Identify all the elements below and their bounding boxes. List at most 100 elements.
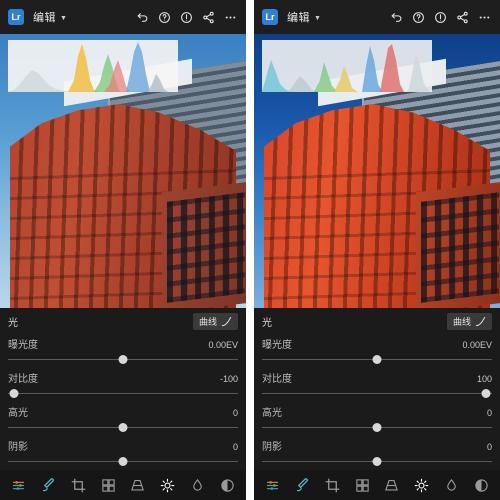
slider-knob[interactable] — [372, 423, 382, 432]
edit-title-before: 编辑 — [33, 12, 56, 24]
slider-exposure[interactable]: 曝光度 0.00EV — [262, 334, 492, 368]
slider-knob[interactable] — [118, 457, 128, 466]
side-building — [162, 182, 246, 308]
histogram-before[interactable] — [8, 40, 178, 92]
chevron-down-icon[interactable]: ▼ — [314, 15, 321, 22]
slider-value: 0 — [486, 408, 492, 418]
tool-light-icon[interactable] — [157, 474, 179, 496]
slider-track[interactable] — [8, 456, 238, 468]
curve-icon — [221, 316, 232, 326]
slider-knob[interactable] — [118, 423, 128, 432]
slider-label: 阴影 — [262, 442, 282, 453]
panel-header: 光 曲线 — [262, 308, 492, 334]
panel-title: 光 — [262, 317, 272, 329]
lightroom-logo-icon[interactable]: Lr — [5, 6, 27, 28]
slider-value: 0 — [486, 442, 492, 452]
slider-value: 0 — [232, 408, 238, 418]
slider-contrast[interactable]: 对比度 100 — [262, 368, 492, 402]
tool-presets-icon[interactable] — [262, 474, 284, 496]
chevron-down-icon[interactable]: ▼ — [60, 15, 67, 22]
slider-label: 对比度 — [262, 374, 292, 385]
screenshot-after: Lr 编辑 ▼ 光 曲线 曝光度 0.00EV 对比度 100 高光 0 阴影 … — [254, 0, 500, 500]
tool-healing-brush-icon[interactable] — [292, 474, 314, 496]
slider-label: 高光 — [262, 408, 282, 419]
tool-effects-icon[interactable] — [470, 474, 492, 496]
tool-light-icon[interactable] — [411, 474, 433, 496]
tool-geometry-icon[interactable] — [381, 474, 403, 496]
tool-geometry-icon[interactable] — [127, 474, 149, 496]
slider-shadows[interactable]: 阴影 0 — [262, 436, 492, 470]
info-icon[interactable] — [429, 6, 451, 28]
info-icon[interactable] — [175, 6, 197, 28]
slider-track[interactable] — [8, 388, 238, 400]
slider-track[interactable] — [8, 354, 238, 366]
curve-icon — [475, 316, 486, 326]
tool-color-icon[interactable] — [440, 474, 462, 496]
panel-header: 光 曲线 — [8, 308, 238, 334]
edit-title-after: 编辑 — [287, 12, 310, 24]
slider-value: 0 — [232, 442, 238, 452]
more-options-icon[interactable] — [473, 6, 495, 28]
slider-value: -100 — [219, 374, 238, 384]
histogram-chart — [262, 44, 430, 92]
lr-badge: Lr — [262, 9, 278, 25]
tool-presets-icon[interactable] — [8, 474, 30, 496]
slider-knob[interactable] — [372, 355, 382, 364]
tone-curve-button[interactable]: 曲线 — [192, 312, 238, 330]
tool-color-icon[interactable] — [186, 474, 208, 496]
top-toolbar-before: Lr 编辑 ▼ — [0, 0, 246, 34]
slider-knob[interactable] — [118, 355, 128, 364]
slider-value: 0.00EV — [462, 340, 492, 350]
slider-knob[interactable] — [9, 389, 19, 398]
slider-track[interactable] — [262, 388, 492, 400]
slider-shadows[interactable]: 阴影 0 — [8, 436, 238, 470]
tone-curve-button[interactable]: 曲线 — [446, 312, 492, 330]
lightroom-logo-icon[interactable]: Lr — [259, 6, 281, 28]
help-icon[interactable] — [153, 6, 175, 28]
slider-track[interactable] — [262, 354, 492, 366]
slider-track[interactable] — [8, 422, 238, 434]
slider-highlights[interactable]: 高光 0 — [8, 402, 238, 436]
bottom-toolbar-after — [254, 470, 500, 500]
more-options-icon[interactable] — [219, 6, 241, 28]
slider-label: 高光 — [8, 408, 28, 419]
slider-track[interactable] — [262, 456, 492, 468]
histogram-after[interactable] — [262, 40, 432, 92]
app-root: Lr 编辑 ▼ 光 曲线 曝光度 0.00EV 对比度 -100 高光 0 阴影… — [0, 0, 500, 500]
slider-value: 0.00EV — [208, 340, 238, 350]
slider-knob[interactable] — [372, 457, 382, 466]
slider-contrast[interactable]: 对比度 -100 — [8, 368, 238, 402]
bottom-toolbar-before — [0, 470, 246, 500]
undo-icon[interactable] — [385, 6, 407, 28]
slider-track[interactable] — [262, 422, 492, 434]
photo-canvas-after[interactable] — [254, 34, 500, 308]
curve-label: 曲线 — [198, 316, 217, 327]
slider-highlights[interactable]: 高光 0 — [262, 402, 492, 436]
tool-healing-brush-icon[interactable] — [38, 474, 60, 496]
tool-crop-icon[interactable] — [67, 474, 89, 496]
tool-crop-icon[interactable] — [321, 474, 343, 496]
tool-profiles-icon[interactable] — [97, 474, 119, 496]
light-panel-after: 光 曲线 曝光度 0.00EV 对比度 100 高光 0 阴影 0 — [254, 308, 500, 470]
slider-label: 曝光度 — [8, 340, 38, 351]
help-icon[interactable] — [407, 6, 429, 28]
share-icon[interactable] — [451, 6, 473, 28]
curve-label: 曲线 — [452, 316, 471, 327]
slider-knob[interactable] — [481, 389, 491, 398]
panel-title: 光 — [8, 317, 18, 329]
slider-value: 100 — [476, 374, 492, 384]
screenshot-before: Lr 编辑 ▼ 光 曲线 曝光度 0.00EV 对比度 -100 高光 0 阴影… — [0, 0, 246, 500]
slider-label: 阴影 — [8, 442, 28, 453]
histogram-chart — [8, 42, 178, 92]
slider-label: 对比度 — [8, 374, 38, 385]
slider-label: 曝光度 — [262, 340, 292, 351]
tool-profiles-icon[interactable] — [351, 474, 373, 496]
top-toolbar-after: Lr 编辑 ▼ — [254, 0, 500, 34]
share-icon[interactable] — [197, 6, 219, 28]
tool-effects-icon[interactable] — [216, 474, 238, 496]
photo-canvas-before[interactable] — [0, 34, 246, 308]
undo-icon[interactable] — [131, 6, 153, 28]
lr-badge: Lr — [8, 9, 24, 25]
slider-exposure[interactable]: 曝光度 0.00EV — [8, 334, 238, 368]
side-building — [416, 182, 500, 308]
